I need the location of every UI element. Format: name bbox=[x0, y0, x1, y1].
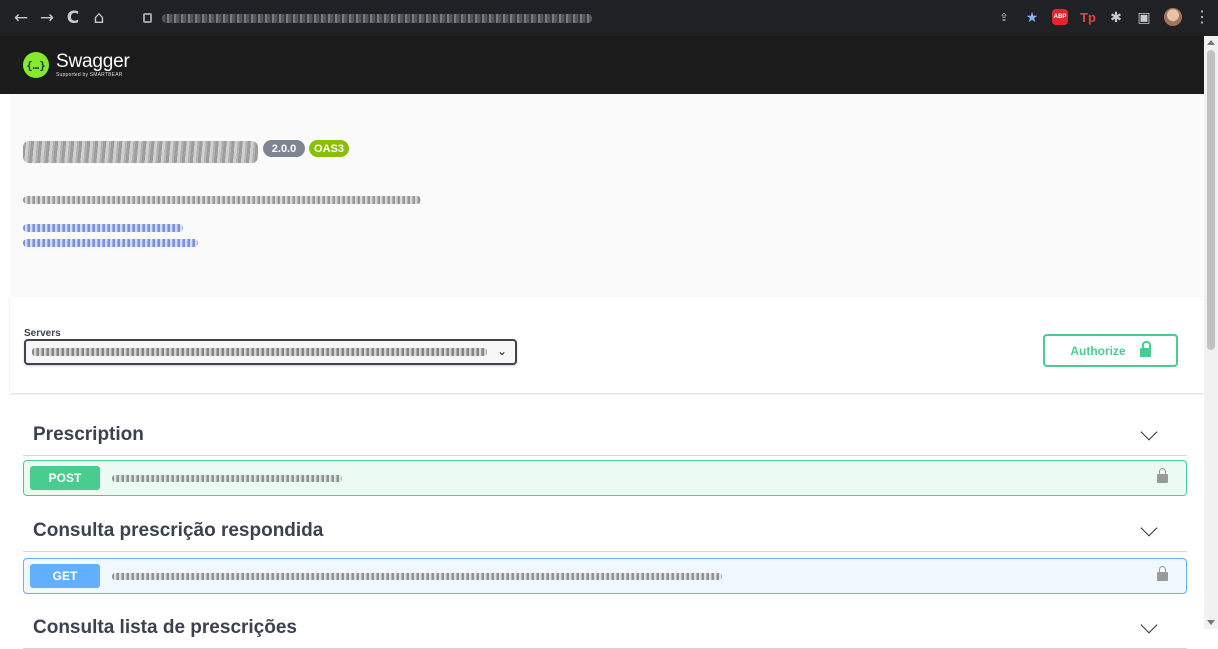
redacted-link[interactable] bbox=[23, 224, 183, 232]
version-badge: 2.0.0 bbox=[263, 140, 305, 157]
extension-icons: ⇪ ★ ABP Tp ✱ ▣ ⋮ bbox=[996, 8, 1210, 26]
oas-badge: OAS3 bbox=[309, 140, 349, 157]
forward-icon[interactable]: → bbox=[34, 8, 60, 28]
redacted-url bbox=[162, 13, 592, 23]
home-icon[interactable]: ⌂ bbox=[86, 8, 112, 28]
authorize-label: Authorize bbox=[1070, 343, 1126, 358]
address-bar[interactable] bbox=[137, 7, 997, 29]
scroll-up-icon[interactable] bbox=[1207, 40, 1215, 45]
tag-title: Consulta prescrição respondida bbox=[33, 519, 324, 541]
swagger-tagline: Supported by SMARTBEAR bbox=[56, 72, 123, 78]
tag-prescription[interactable]: Prescription bbox=[23, 414, 1187, 456]
lock-icon[interactable] bbox=[1157, 566, 1168, 581]
chevron-down-icon[interactable] bbox=[1140, 423, 1158, 440]
swagger-topbar: {…} Swagger Supported by SMARTBEAR bbox=[0, 36, 1204, 94]
method-badge: POST bbox=[30, 466, 100, 490]
unlock-icon bbox=[1139, 341, 1151, 357]
redacted-description bbox=[23, 196, 421, 204]
page-scrollbar[interactable] bbox=[1204, 36, 1218, 629]
authorize-button[interactable]: Authorize bbox=[1043, 334, 1178, 367]
redacted-path bbox=[112, 474, 342, 482]
extensions-puzzle-icon[interactable]: ✱ bbox=[1108, 9, 1124, 25]
schemes-section: Servers ⌄ Authorize bbox=[10, 297, 1204, 393]
tp-extension-icon[interactable]: Tp bbox=[1080, 9, 1096, 25]
chevron-down-icon: ⌄ bbox=[496, 344, 507, 358]
reload-icon[interactable]: C bbox=[60, 8, 86, 28]
tag-consulta-prescricao-respondida[interactable]: Consulta prescrição respondida bbox=[23, 510, 1187, 552]
share-icon[interactable]: ⇪ bbox=[996, 9, 1012, 25]
menu-icon[interactable]: ⋮ bbox=[1194, 9, 1210, 26]
servers-select[interactable]: ⌄ bbox=[24, 339, 517, 365]
bookmark-star-icon[interactable]: ★ bbox=[1024, 9, 1040, 25]
browser-toolbar: ← → C ⌂ ⇪ ★ ABP Tp ✱ ▣ ⋮ bbox=[0, 0, 1218, 36]
scroll-down-icon[interactable] bbox=[1207, 620, 1215, 625]
redacted-server-url bbox=[32, 348, 487, 356]
redacted-link[interactable] bbox=[23, 239, 198, 247]
lock-icon[interactable] bbox=[143, 13, 152, 23]
lock-icon[interactable] bbox=[1157, 468, 1168, 483]
redacted-path bbox=[112, 572, 722, 580]
tag-consulta-lista-de-prescricoes[interactable]: Consulta lista de prescrições bbox=[23, 607, 1187, 649]
tag-title: Prescription bbox=[33, 423, 144, 445]
redacted-api-title bbox=[23, 141, 258, 163]
chevron-down-icon[interactable] bbox=[1140, 616, 1158, 633]
adblock-icon[interactable]: ABP bbox=[1052, 9, 1068, 25]
operation-post[interactable]: POST bbox=[23, 460, 1187, 496]
back-icon[interactable]: ← bbox=[8, 8, 34, 28]
swagger-brand[interactable]: Swagger Supported by SMARTBEAR bbox=[56, 52, 130, 78]
swagger-logo-icon[interactable]: {…} bbox=[23, 52, 49, 78]
swagger-name: Swagger bbox=[56, 51, 130, 72]
nav-buttons: ← → C ⌂ bbox=[8, 8, 112, 28]
method-badge: GET bbox=[30, 564, 100, 588]
servers-label: Servers bbox=[24, 328, 61, 339]
scrollbar-thumb[interactable] bbox=[1207, 50, 1215, 350]
profile-avatar[interactable] bbox=[1164, 8, 1182, 26]
chevron-down-icon[interactable] bbox=[1140, 519, 1158, 536]
tag-title: Consulta lista de prescrições bbox=[33, 616, 297, 638]
api-info: 2.0.0 OAS3 bbox=[10, 94, 1204, 297]
side-panel-icon[interactable]: ▣ bbox=[1136, 9, 1152, 25]
operation-get[interactable]: GET bbox=[23, 558, 1187, 594]
